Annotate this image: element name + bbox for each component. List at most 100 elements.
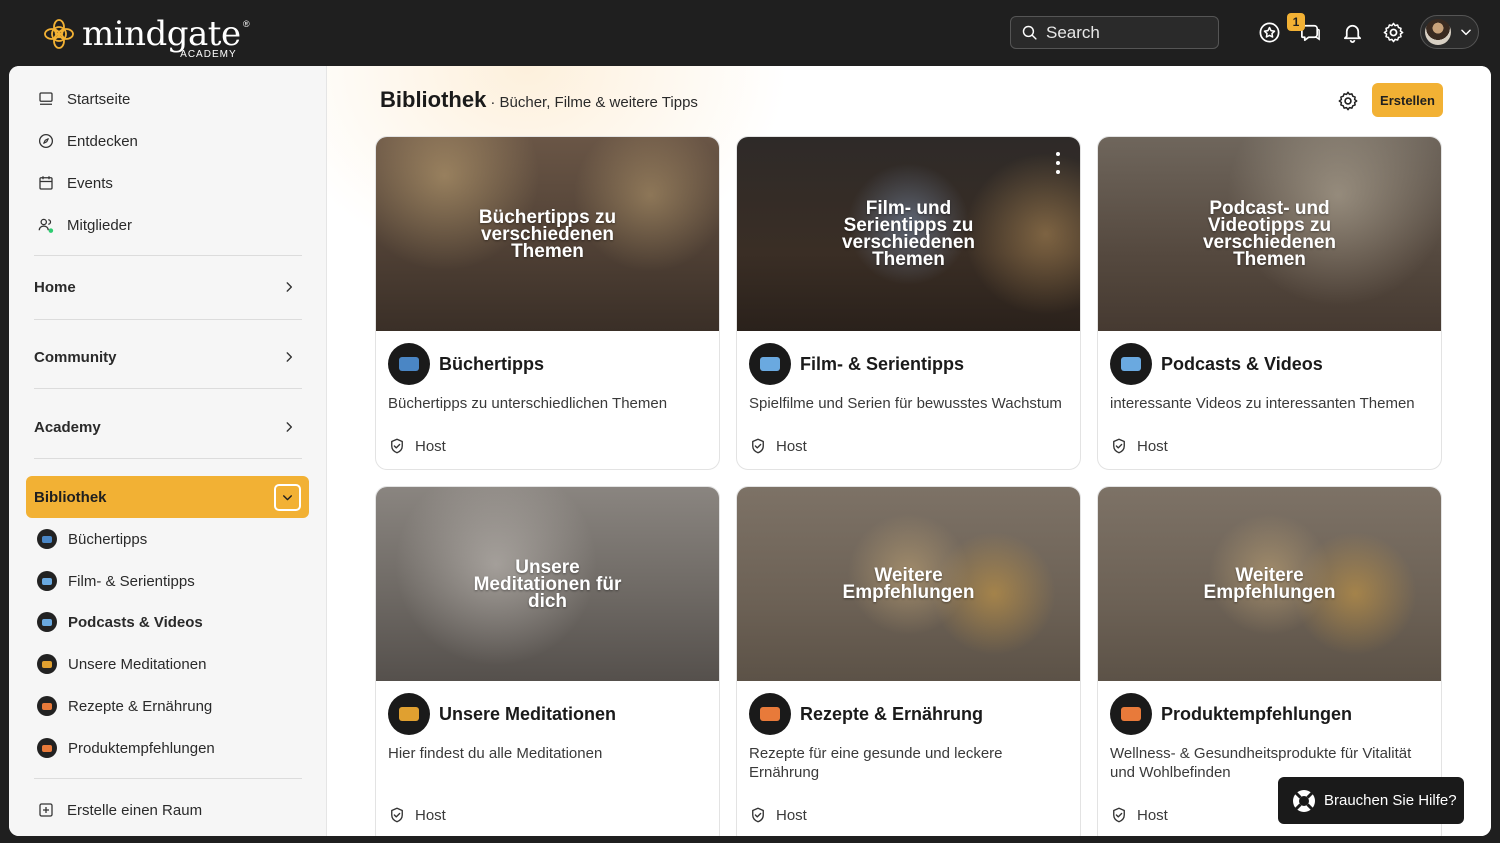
- settings-button[interactable]: [1381, 20, 1405, 44]
- sidebar-section-bibliothek[interactable]: Bibliothek: [26, 476, 309, 518]
- sidebar-space-produkte[interactable]: Produktempfehlungen: [37, 735, 215, 761]
- space-label: Unsere Meditationen: [68, 655, 207, 673]
- card-host: Host: [388, 437, 446, 455]
- chevron-right-icon: [286, 422, 293, 432]
- shield-check-icon: [391, 438, 403, 454]
- sidebar-item-label: Entdecken: [67, 132, 138, 150]
- search-box[interactable]: [1010, 16, 1219, 49]
- notifications-button[interactable]: [1340, 20, 1364, 44]
- card-title[interactable]: Büchertipps: [439, 354, 544, 375]
- space-card-film[interactable]: Film- und Serientipps zu verschiedenen T…: [736, 136, 1081, 470]
- space-label: Büchertipps: [68, 530, 148, 548]
- section-label: Bibliothek: [34, 488, 107, 506]
- card-header: Produktempfehlungen: [1110, 693, 1352, 735]
- search-input[interactable]: [1046, 22, 1206, 43]
- plus-square-icon: [39, 803, 53, 817]
- card-title[interactable]: Unsere Meditationen: [439, 704, 616, 725]
- food-icon: [749, 693, 791, 735]
- star-badge-icon: [1259, 22, 1279, 42]
- collapse-section-button[interactable]: [274, 483, 301, 511]
- card-title[interactable]: Produktempfehlungen: [1161, 704, 1352, 725]
- card-header: Unsere Meditationen: [388, 693, 616, 735]
- space-card-buechertipps[interactable]: Büchertipps zu verschiedenen Themen Büch…: [375, 136, 720, 470]
- space-label: Film- & Serientipps: [68, 572, 195, 590]
- card-host-label: Host: [776, 806, 807, 824]
- bell-icon: [1343, 24, 1361, 43]
- shield-check-icon: [391, 807, 403, 823]
- card-cover-image[interactable]: Büchertipps zu verschiedenen Themen: [376, 137, 719, 331]
- sidebar-section-home[interactable]: Home: [34, 274, 296, 300]
- sidebar-space-buechertipps[interactable]: Büchertipps: [37, 526, 147, 552]
- section-label: Community: [34, 348, 117, 366]
- search-icon: [1022, 25, 1037, 40]
- create-button[interactable]: Erstellen: [1372, 83, 1443, 117]
- card-cover-text: Podcast- und Videotipps zu verschiedenen…: [1202, 198, 1337, 270]
- sidebar-item-mitglieder[interactable]: Mitglieder: [37, 212, 132, 238]
- space-card-meditationen[interactable]: Unsere Meditationen für dich Unsere Medi…: [375, 486, 720, 836]
- brand-subtitle: ACADEMY: [180, 49, 237, 60]
- shield-check-icon: [1113, 807, 1125, 823]
- notification-count-badge: 1: [1287, 13, 1305, 31]
- compass-icon: [38, 133, 54, 149]
- section-label: Academy: [34, 418, 101, 436]
- sidebar-item-entdecken[interactable]: Entdecken: [37, 128, 138, 154]
- card-cover-image[interactable]: Film- und Serientipps zu verschiedenen T…: [737, 137, 1080, 331]
- content-area: Bibliothek · Bücher, Filme & weitere Tip…: [327, 66, 1491, 836]
- card-title[interactable]: Film- & Serientipps: [800, 354, 964, 375]
- help-button[interactable]: Brauchen Sie Hilfe?: [1278, 777, 1464, 824]
- brand-logo[interactable]: mindgate ® ACADEMY: [42, 12, 250, 60]
- card-menu-button[interactable]: [1055, 152, 1061, 174]
- card-host: Host: [1110, 437, 1168, 455]
- card-title[interactable]: Rezepte & Ernährung: [800, 704, 983, 725]
- logo-mark-icon: [44, 19, 74, 49]
- space-card-rezepte[interactable]: Weitere Empfehlungen Rezepte & Ernährung…: [736, 486, 1081, 836]
- chevron-right-icon: [286, 282, 293, 292]
- shield-check-icon: [1113, 438, 1125, 454]
- video-clapper-icon: [1110, 343, 1152, 385]
- books-icon: [37, 529, 57, 549]
- chevron-right-icon: [286, 352, 293, 362]
- card-cover-image[interactable]: Weitere Empfehlungen: [1098, 487, 1441, 681]
- card-header: Rezepte & Ernährung: [749, 693, 983, 735]
- shield-check-icon: [752, 807, 764, 823]
- sidebar-space-podcasts[interactable]: Podcasts & Videos: [37, 609, 203, 635]
- space-label: Rezepte & Ernährung: [68, 697, 213, 715]
- gear-icon: [1383, 22, 1403, 42]
- sidebar-space-rezepte[interactable]: Rezepte & Ernährung: [37, 693, 212, 719]
- gear-icon[interactable]: [1337, 90, 1359, 112]
- card-host: Host: [749, 437, 807, 455]
- page-header: Bibliothek · Bücher, Filme & weitere Tip…: [380, 87, 698, 113]
- video-clapper-icon: [37, 612, 57, 632]
- page-subtitle: · Bücher, Filme & weitere Tipps: [490, 94, 698, 111]
- sidebar-item-label: Events: [67, 174, 113, 192]
- sidebar: Startseite Entdecken Events Mitglieder H…: [9, 66, 327, 836]
- section-label: Home: [34, 278, 76, 296]
- sidebar-space-meditationen[interactable]: Unsere Meditationen: [37, 651, 206, 677]
- card-cover-image[interactable]: Weitere Empfehlungen: [737, 487, 1080, 681]
- user-menu-button[interactable]: [1420, 15, 1479, 49]
- brand-registered: ®: [242, 19, 250, 29]
- shield-check-icon: [752, 438, 764, 454]
- card-cover-image[interactable]: Unsere Meditationen für dich: [376, 487, 719, 681]
- home-icon: [39, 92, 53, 105]
- card-cover-image[interactable]: Podcast- und Videotipps zu verschiedenen…: [1098, 137, 1441, 331]
- sidebar-section-community[interactable]: Community: [34, 344, 296, 370]
- sidebar-item-events[interactable]: Events: [37, 170, 113, 196]
- sidebar-space-film[interactable]: Film- & Serientipps: [37, 568, 195, 594]
- card-host-label: Host: [1137, 437, 1168, 455]
- sidebar-item-startseite[interactable]: Startseite: [37, 86, 130, 112]
- leaderboard-button[interactable]: [1257, 20, 1281, 44]
- product-icon: [1110, 693, 1152, 735]
- divider: [34, 319, 302, 320]
- create-space-button[interactable]: Erstelle einen Raum: [37, 797, 202, 823]
- sidebar-section-academy[interactable]: Academy: [34, 414, 296, 440]
- card-title[interactable]: Podcasts & Videos: [1161, 354, 1323, 375]
- page-title: Bibliothek: [380, 87, 487, 112]
- card-host: Host: [1110, 806, 1168, 824]
- space-card-podcasts[interactable]: Podcast- und Videotipps zu verschiedenen…: [1097, 136, 1442, 470]
- sidebar-item-label: Mitglieder: [67, 216, 133, 234]
- card-description: Büchertipps zu unterschiedlichen Themen: [388, 395, 668, 412]
- more-dot: [1056, 161, 1060, 165]
- card-cover-text: Büchertipps zu verschiedenen Themen: [478, 206, 617, 262]
- more-dot: [1056, 152, 1060, 156]
